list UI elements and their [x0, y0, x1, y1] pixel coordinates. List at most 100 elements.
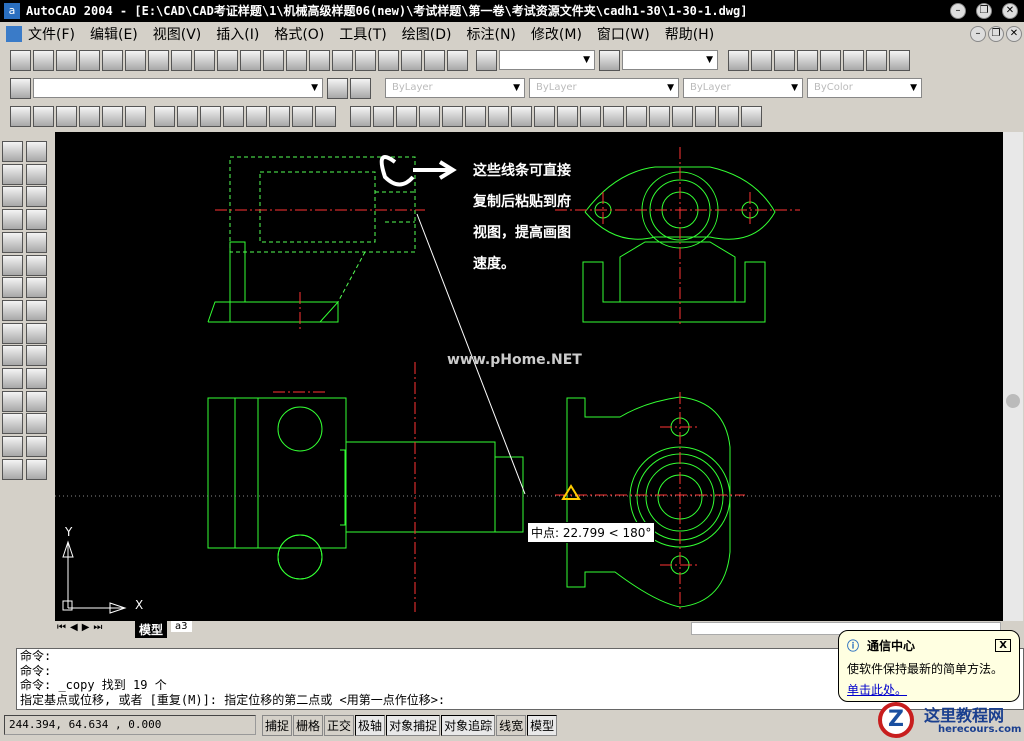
open-icon[interactable]	[33, 49, 54, 71]
insert-block-icon[interactable]	[2, 368, 23, 389]
polyline-icon[interactable]	[2, 163, 23, 185]
close-icon[interactable]: X	[995, 639, 1011, 652]
menu-item[interactable]: 工具(T)	[339, 24, 386, 44]
status-toggle[interactable]: 栅格	[293, 714, 324, 736]
setup-drawing-icon[interactable]	[269, 105, 290, 127]
match-properties-icon[interactable]	[217, 49, 238, 71]
document-icon[interactable]	[6, 26, 22, 42]
layer-previous-icon[interactable]	[350, 77, 371, 99]
color-edges-icon[interactable]	[626, 105, 647, 127]
clean-icon[interactable]	[672, 105, 693, 127]
circle-icon[interactable]	[2, 254, 23, 276]
scale-icon[interactable]	[26, 277, 47, 299]
check-icon[interactable]	[741, 105, 762, 127]
interfere-icon[interactable]	[246, 105, 267, 127]
status-toggle[interactable]: 捕捉	[262, 714, 293, 736]
revision-cloud-icon[interactable]	[2, 277, 23, 299]
zoom-previous-icon[interactable]	[355, 49, 376, 71]
torus-icon[interactable]	[125, 105, 146, 127]
scroll-thumb[interactable]	[1006, 394, 1020, 408]
arc-icon[interactable]	[2, 231, 23, 253]
extrude-icon[interactable]	[154, 105, 175, 127]
menu-item[interactable]: 编辑(E)	[90, 24, 138, 44]
new-icon[interactable]	[10, 49, 31, 71]
spline-icon[interactable]	[2, 299, 23, 321]
explode-icon[interactable]	[26, 436, 47, 458]
revolve-icon[interactable]	[177, 105, 198, 127]
dim-style-combo[interactable]	[622, 50, 718, 70]
sphere-icon[interactable]	[33, 105, 54, 127]
zoom-extents-icon[interactable]	[774, 49, 795, 71]
zoom-scale-icon[interactable]	[866, 49, 887, 71]
zoom-center-icon[interactable]	[889, 49, 910, 71]
rotate-icon[interactable]	[26, 254, 47, 276]
point-icon[interactable]	[2, 413, 23, 435]
lineweight-combo[interactable]: ByLayer	[683, 78, 803, 98]
menu-item[interactable]: 文件(F)	[28, 24, 75, 44]
cone-icon[interactable]	[79, 105, 100, 127]
color-combo[interactable]: ByLayer	[385, 78, 525, 98]
separate-icon[interactable]	[695, 105, 716, 127]
plotstyle-combo[interactable]: ByColor	[807, 78, 922, 98]
save-icon[interactable]	[56, 49, 77, 71]
linetype-combo[interactable]: ByLayer	[529, 78, 679, 98]
publish-icon[interactable]	[125, 49, 146, 71]
help-icon[interactable]	[447, 49, 468, 71]
dim-style-icon[interactable]	[599, 49, 620, 71]
ellipse-arc-icon[interactable]	[2, 345, 23, 367]
zoom-plus-icon[interactable]	[820, 49, 841, 71]
status-toggle[interactable]: 对象捕捉	[386, 714, 441, 736]
close-icon[interactable]: ✕	[1002, 3, 1018, 19]
taper-faces-icon[interactable]	[534, 105, 555, 127]
menu-item[interactable]: 标注(N)	[467, 24, 516, 44]
hatch-icon[interactable]	[2, 436, 23, 458]
text-icon[interactable]	[26, 458, 47, 480]
tab-nav-arrows[interactable]: ⏮◀▶⏭	[57, 622, 106, 633]
menu-item[interactable]: 修改(M)	[531, 24, 582, 44]
copy-icon[interactable]	[171, 49, 192, 71]
zoom-window-icon[interactable]	[332, 49, 353, 71]
cut-icon[interactable]	[148, 49, 169, 71]
pencil-icon[interactable]	[26, 141, 47, 162]
print-icon[interactable]	[79, 49, 100, 71]
color-faces-icon[interactable]	[580, 105, 601, 127]
zoom-window-icon[interactable]	[751, 49, 772, 71]
redo-icon[interactable]	[263, 49, 284, 71]
array-icon[interactable]	[26, 231, 47, 253]
trim-icon[interactable]	[26, 322, 47, 344]
print-preview-icon[interactable]	[102, 49, 123, 71]
autocad-app-icon[interactable]: a	[4, 3, 20, 19]
menu-item[interactable]: 帮助(H)	[665, 24, 714, 44]
break-icon[interactable]	[26, 368, 47, 389]
zoom-realtime-icon[interactable]	[309, 49, 330, 71]
fillet-icon[interactable]	[26, 413, 47, 435]
make-block-icon[interactable]	[2, 390, 23, 412]
offset-faces-icon[interactable]	[465, 105, 486, 127]
layers-icon[interactable]	[10, 77, 31, 99]
make-layer-current-icon[interactable]	[327, 77, 348, 99]
rotate-faces-icon[interactable]	[511, 105, 532, 127]
offset-icon[interactable]	[26, 209, 47, 231]
line-icon[interactable]	[2, 141, 23, 162]
cylinder-icon[interactable]	[56, 105, 77, 127]
status-toggle[interactable]: 对象追踪	[441, 714, 496, 736]
union-icon[interactable]	[350, 105, 371, 127]
restore-icon[interactable]: ❐	[976, 3, 992, 19]
tab-a3[interactable]: a3	[171, 621, 192, 632]
intersect-icon[interactable]	[396, 105, 417, 127]
ellipse-icon[interactable]	[2, 322, 23, 344]
extend-icon[interactable]	[26, 345, 47, 367]
zoom-minus-icon[interactable]	[843, 49, 864, 71]
layer-combo[interactable]	[33, 78, 323, 98]
design-center-icon[interactable]	[401, 49, 422, 71]
copy-edges-icon[interactable]	[603, 105, 624, 127]
imprint-icon[interactable]	[649, 105, 670, 127]
move-icon[interactable]	[26, 163, 47, 185]
undo-icon[interactable]	[240, 49, 261, 71]
properties-icon[interactable]	[378, 49, 399, 71]
status-toggle[interactable]: 线宽	[496, 714, 527, 736]
drawing-canvas[interactable]: 这些线条可直接 复制后粘贴到府 视图，提高画图 速度。 www.pHome.NE…	[55, 132, 1003, 621]
box-icon[interactable]	[10, 105, 31, 127]
move-faces-icon[interactable]	[442, 105, 463, 127]
text-style-combo[interactable]	[499, 50, 595, 70]
